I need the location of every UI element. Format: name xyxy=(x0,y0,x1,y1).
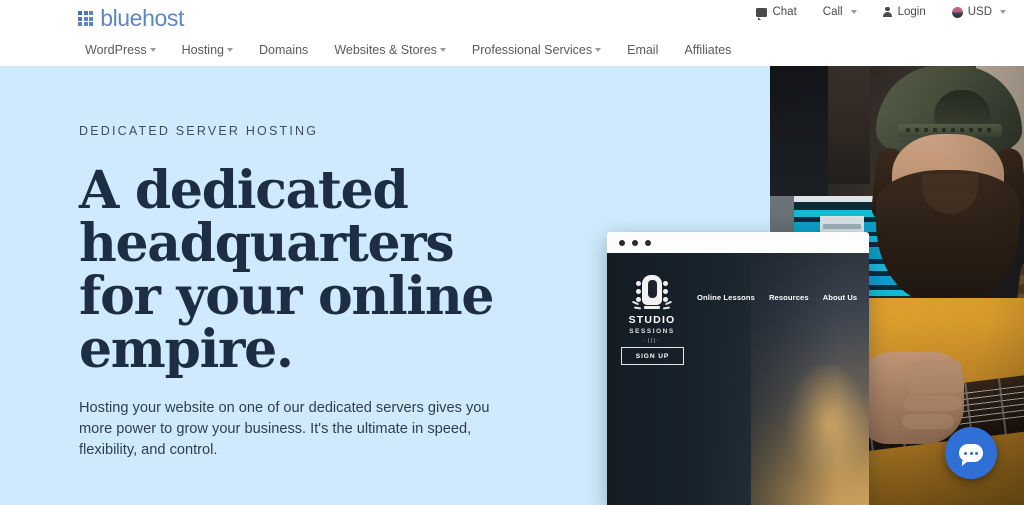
mockup-nav-resources[interactable]: Resources xyxy=(769,293,809,302)
utility-login-label: Login xyxy=(897,6,926,18)
hero-section: DEDICATED SERVER HOSTING A dedicated hea… xyxy=(0,66,1024,505)
mockup-nav-about-us[interactable]: About Us xyxy=(823,293,858,302)
chevron-down-icon xyxy=(226,48,233,52)
nav-label: Affiliates xyxy=(684,43,732,57)
mockup-nav-online-lessons[interactable]: Online Lessons xyxy=(697,293,755,302)
utility-chat-label: Chat xyxy=(772,6,797,18)
browser-mockup: STUDIO SESSIONS ·|||· Online Lessons Res… xyxy=(607,232,869,505)
nav-item-domains[interactable]: Domains xyxy=(246,39,321,61)
nav-item-affiliates[interactable]: Affiliates xyxy=(671,39,744,61)
studio-sessions-logo[interactable]: STUDIO SESSIONS ·|||· xyxy=(621,275,683,344)
page-root: Chat Call Login USD bluehost WordPress H… xyxy=(0,0,1024,505)
chat-widget-button[interactable] xyxy=(945,427,997,479)
user-icon xyxy=(882,6,893,18)
nav-label: Email xyxy=(627,43,659,57)
chevron-down-icon xyxy=(439,48,446,52)
grid-logo-icon xyxy=(78,10,94,27)
utility-call-label: Call xyxy=(822,6,843,18)
mockup-signup-button[interactable]: SIGN UP xyxy=(621,347,684,365)
hero-eyebrow: DEDICATED SERVER HOSTING xyxy=(79,124,319,138)
nav-item-professional-services[interactable]: Professional Services xyxy=(459,39,614,61)
window-maximize-dot-icon xyxy=(645,239,651,246)
mockup-nav: Online Lessons Resources About Us xyxy=(697,293,857,302)
chevron-down-icon xyxy=(850,10,857,14)
studio-brand-ornament: ·|||· xyxy=(644,337,660,344)
utility-currency[interactable]: USD xyxy=(951,6,1006,18)
window-close-dot-icon xyxy=(619,239,625,246)
nav-label: Websites & Stores xyxy=(334,43,437,57)
nav-item-websites-stores[interactable]: Websites & Stores xyxy=(321,39,459,61)
nav-item-hosting[interactable]: Hosting xyxy=(169,39,246,61)
cap-notch xyxy=(934,90,990,128)
guitar-headstock-icon xyxy=(631,275,673,311)
bluehost-logo[interactable]: bluehost xyxy=(78,7,184,30)
hero-description: Hosting your website on one of our dedic… xyxy=(79,400,490,458)
nav-label: WordPress xyxy=(85,43,147,57)
utility-login[interactable]: Login xyxy=(882,6,926,18)
site-header: Chat Call Login USD bluehost WordPress H… xyxy=(0,0,1024,66)
beard xyxy=(876,170,1020,302)
nav-label: Domains xyxy=(258,43,309,57)
chevron-down-icon xyxy=(1000,10,1006,14)
nav-label: Professional Services xyxy=(471,43,593,57)
utility-chat[interactable]: Chat xyxy=(756,6,797,20)
mockup-titlebar xyxy=(607,232,869,253)
utility-currency-label: USD xyxy=(967,6,992,18)
mustache xyxy=(922,174,978,214)
chevron-down-icon xyxy=(149,48,156,52)
fretting-hand xyxy=(858,352,964,444)
wall-panel-left xyxy=(770,66,828,201)
window-minimize-dot-icon xyxy=(632,239,638,246)
hero-copy: DEDICATED SERVER HOSTING A dedicated hea… xyxy=(79,124,549,461)
chat-bubble-icon xyxy=(959,444,983,466)
utility-call[interactable]: Call xyxy=(823,6,857,18)
studio-brand-sub: SESSIONS xyxy=(629,327,675,335)
mockup-viewport: STUDIO SESSIONS ·|||· Online Lessons Res… xyxy=(607,253,869,505)
currency-flag-icon xyxy=(951,6,963,18)
main-nav: WordPress Hosting Domains Websites & Sto… xyxy=(72,39,744,61)
chevron-down-icon xyxy=(595,48,602,52)
utility-nav: Chat Call Login USD xyxy=(756,6,1006,20)
logo-wordmark: bluehost xyxy=(100,5,184,31)
page-title: A dedicated headquarters for your online… xyxy=(79,160,494,380)
nav-label: Hosting xyxy=(181,43,224,57)
chat-icon xyxy=(756,7,768,20)
nav-item-email[interactable]: Email xyxy=(614,39,671,61)
studio-brand-name: STUDIO xyxy=(628,314,676,326)
nav-item-wordpress[interactable]: WordPress xyxy=(72,39,169,61)
